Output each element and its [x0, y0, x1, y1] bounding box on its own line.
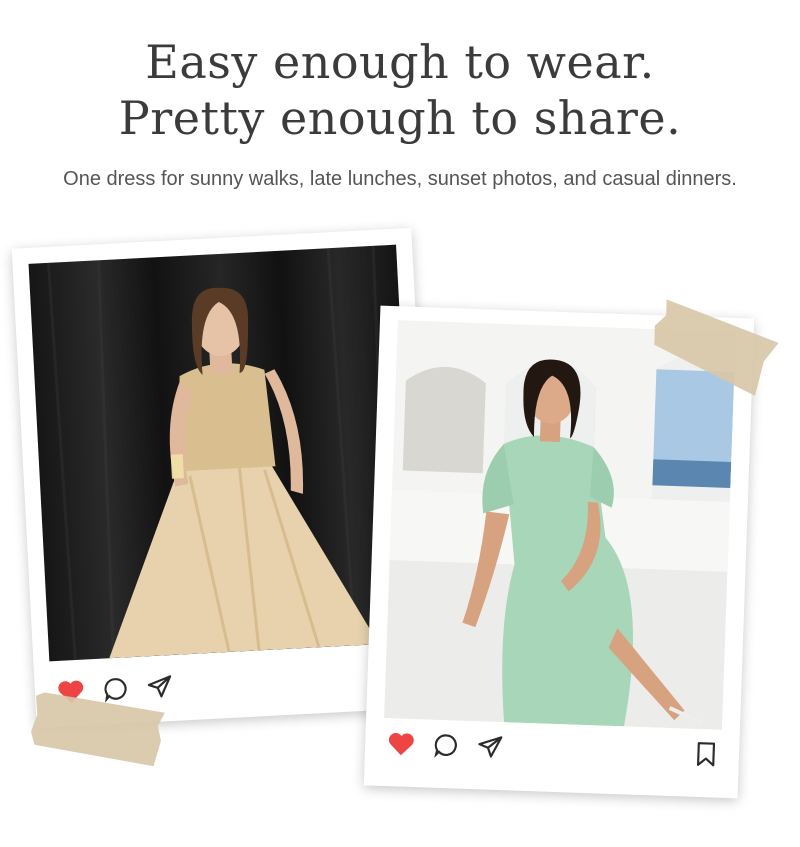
instagram-post-card-2: [363, 305, 755, 799]
comment-icon[interactable]: [102, 675, 129, 703]
post-actions-1: [56, 656, 413, 709]
mint-dress-illustration: [384, 320, 736, 730]
gold-dress-illustration: [47, 245, 391, 661]
heart-icon[interactable]: [387, 730, 416, 757]
post-photo-mint-dress: [384, 320, 736, 730]
post-actions-2: [387, 726, 718, 771]
page-subheadline: One dress for sunny walks, late lunches,…: [63, 168, 737, 190]
share-icon[interactable]: [477, 733, 504, 760]
post-photo-gold-dress: [28, 244, 417, 662]
headline-line-1: Easy enough to wear.: [145, 35, 655, 89]
page-headline: Easy enough to wear. Pretty enough to sh…: [0, 34, 800, 146]
comment-icon[interactable]: [433, 732, 460, 759]
share-icon[interactable]: [146, 673, 173, 700]
bookmark-icon[interactable]: [695, 741, 718, 768]
headline-line-2: Pretty enough to share.: [118, 91, 682, 145]
